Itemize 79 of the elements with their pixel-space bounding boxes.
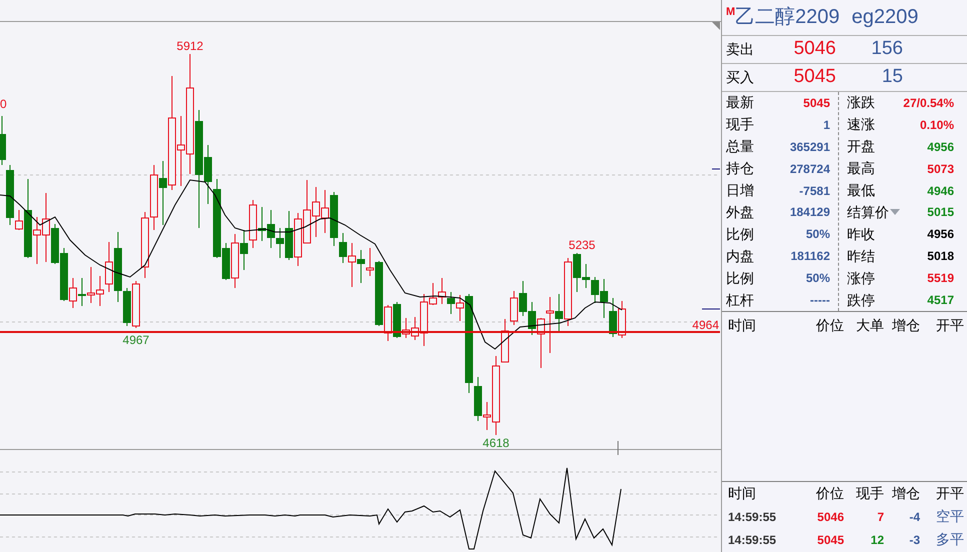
quote-volume: 15 [880, 65, 903, 90]
stat-label: 涨跌 [847, 93, 875, 112]
stat-label: 日增 [726, 181, 754, 200]
stat-label: 结算价 [847, 202, 889, 222]
stat-value: 5519 [926, 270, 954, 288]
tick-open-close: 空平 [935, 507, 964, 526]
stat-label: 最新 [726, 93, 754, 112]
price-label: 5912 [176, 39, 204, 53]
stat-value: 5073 [926, 160, 954, 178]
last-price-tag: 4964 [692, 318, 719, 332]
column-header: 开平 [935, 484, 964, 503]
stat-label: 昨结 [847, 246, 875, 266]
corner-triangle-icon [712, 22, 720, 30]
stat-value: 365291 [788, 138, 830, 156]
stat-label: 速涨 [847, 115, 875, 134]
quote-label: 卖出 [726, 40, 755, 59]
column-header: 价位 [815, 484, 844, 503]
market-label: M [726, 7, 736, 18]
price-label: 0 [0, 97, 7, 111]
stat-value: 4517 [926, 292, 954, 310]
column-header: 价位 [815, 316, 844, 335]
price-label: 4967 [122, 333, 150, 347]
stat-label: 杠杆 [726, 290, 754, 310]
tick-price: 5045 [816, 532, 844, 548]
stat-value: 4956 [926, 138, 954, 156]
tick-time: 14:59:55 [728, 532, 778, 548]
stat-label: 外盘 [726, 202, 754, 222]
stat-value: 5045 [802, 94, 830, 112]
column-header: 增仓 [891, 484, 920, 503]
stat-label: 比例 [726, 268, 754, 288]
stat-label: 开盘 [847, 137, 875, 156]
column-header: 时间 [728, 316, 757, 335]
stat-label: 总量 [726, 137, 754, 156]
tick-price: 5046 [816, 508, 844, 526]
stat-value: 5018 [926, 248, 954, 266]
column-header: 时间 [728, 484, 757, 503]
stat-value: 184129 [788, 204, 830, 222]
stat-label: 持仓 [726, 159, 754, 178]
stat-value: 278724 [788, 160, 830, 178]
column-header: 大单 [855, 316, 884, 335]
stat-label: 跌停 [847, 290, 875, 310]
instrument-name: 乙二醇2209 [735, 5, 840, 30]
stat-value: 0.10% [918, 116, 954, 134]
stat-value: 1 [822, 116, 830, 134]
price-label: 4618 [482, 436, 510, 450]
tick-oi-change: -3 [908, 532, 920, 548]
tick-volume: 12 [870, 532, 884, 548]
stat-label: 最低 [847, 181, 875, 200]
price-label: 5235 [568, 238, 596, 252]
tick-time: 14:59:55 [728, 508, 778, 526]
stat-value: 4956 [926, 226, 954, 244]
stat-value: 181162 [790, 248, 830, 266]
stat-label: 内盘 [726, 246, 754, 266]
quote-volume: 156 [870, 37, 903, 62]
stat-label: 涨停 [847, 268, 875, 288]
stat-value: 50% [804, 226, 830, 244]
stat-value: ----- [809, 292, 830, 310]
column-header: 增仓 [891, 316, 920, 335]
column-header: 现手 [855, 484, 884, 503]
stat-label: 比例 [726, 224, 754, 244]
stat-label: 现手 [726, 115, 754, 134]
caret-icon[interactable] [890, 209, 900, 216]
stat-value: 27/0.54% [902, 94, 954, 112]
stat-value: -7581 [798, 182, 830, 200]
instrument-code: eg2209 [852, 5, 918, 30]
quote-price: 5046 [792, 37, 836, 62]
stat-value: 5015 [926, 204, 954, 222]
price-marker-line [712, 168, 720, 170]
tick-volume: 7 [876, 508, 884, 526]
tick-open-close: 多平 [935, 530, 964, 549]
stat-label: 昨收 [847, 224, 875, 244]
price-marker-line [702, 308, 720, 310]
stat-value: 50% [804, 270, 830, 288]
stat-value: 4946 [926, 182, 954, 200]
quote-label: 买入 [726, 68, 755, 87]
quote-price: 5045 [792, 65, 836, 90]
column-header: 开平 [935, 316, 964, 335]
stat-label: 最高 [847, 159, 875, 178]
tick-oi-change: -4 [908, 508, 920, 526]
